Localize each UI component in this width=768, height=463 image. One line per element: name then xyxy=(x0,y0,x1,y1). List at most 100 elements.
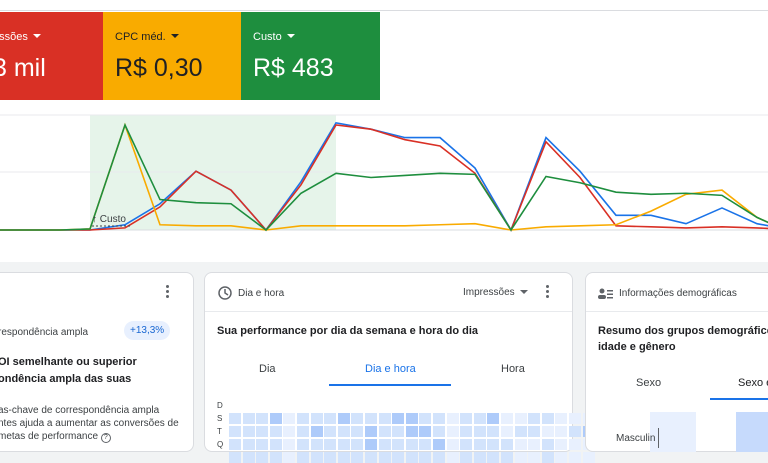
heatmap-cell[interactable] xyxy=(419,413,432,424)
heatmap-cell[interactable] xyxy=(541,426,554,437)
heatmap-cell[interactable] xyxy=(324,426,337,437)
heatmap-cell[interactable] xyxy=(283,413,296,424)
tab-sex[interactable]: Sexo xyxy=(636,377,661,389)
heatmap-cell[interactable] xyxy=(582,452,595,463)
heatmap-cell[interactable] xyxy=(460,426,473,437)
heatmap-cell[interactable] xyxy=(446,452,459,463)
heatmap-cell[interactable] xyxy=(392,452,405,463)
heatmap-cell[interactable] xyxy=(269,413,282,424)
heatmap-cell[interactable] xyxy=(514,413,527,424)
heatmap-cell[interactable] xyxy=(351,426,364,437)
tab-day-and-hour[interactable]: Dia e hora xyxy=(365,363,416,375)
heatmap-cell[interactable] xyxy=(433,426,445,437)
heatmap-cell[interactable] xyxy=(501,452,513,463)
heatmap-cell[interactable] xyxy=(460,413,473,424)
heatmap-cell[interactable] xyxy=(283,452,296,463)
heatmap-cell[interactable] xyxy=(433,452,445,463)
heatmap-cell[interactable] xyxy=(405,452,418,463)
heatmap-cell[interactable] xyxy=(297,413,309,424)
heatmap-cell[interactable] xyxy=(501,413,513,424)
heatmap-cell[interactable] xyxy=(378,452,391,463)
metric-dropdown[interactable]: Impressões xyxy=(463,287,528,298)
heatmap-cell[interactable] xyxy=(337,426,350,437)
heatmap-cell[interactable] xyxy=(514,426,527,437)
tab-hour[interactable]: Hora xyxy=(501,363,525,375)
card-header: Dia e hora xyxy=(238,288,285,299)
heatmap-cell[interactable] xyxy=(256,452,269,463)
heatmap-cell[interactable] xyxy=(514,452,527,463)
heatmap-cell[interactable] xyxy=(541,413,554,424)
heatmap-cell[interactable] xyxy=(365,452,377,463)
heatmap-cell[interactable] xyxy=(487,413,500,424)
heatmap-cell[interactable] xyxy=(433,413,445,424)
heatmap-cell[interactable] xyxy=(528,452,541,463)
heatmap-cell[interactable] xyxy=(392,413,405,424)
card-subtitle: respondência ampla xyxy=(0,327,89,338)
performance-line-chart: ↑ Custo xyxy=(0,114,768,232)
metric-tile-impressions[interactable]: essões 3 mil xyxy=(0,12,103,100)
more-options-icon[interactable] xyxy=(166,285,170,299)
heatmap-cell[interactable] xyxy=(310,452,323,463)
heatmap-cell[interactable] xyxy=(229,452,241,463)
heatmap-cell[interactable] xyxy=(256,413,269,424)
more-options-icon[interactable] xyxy=(546,285,550,299)
heatmap-cell[interactable] xyxy=(242,452,255,463)
heatmap-cell[interactable] xyxy=(569,426,581,437)
heatmap-cell[interactable] xyxy=(229,413,241,424)
heatmap-cell[interactable] xyxy=(460,452,473,463)
heatmap-cell[interactable] xyxy=(473,452,486,463)
heatmap-cell[interactable] xyxy=(351,413,364,424)
heatmap-cell[interactable] xyxy=(269,452,282,463)
heatmap-cell[interactable] xyxy=(297,452,309,463)
heatmap-cell[interactable] xyxy=(405,413,418,424)
divider xyxy=(0,10,768,11)
heatmap-cell[interactable] xyxy=(541,452,554,463)
heatmap-cell[interactable] xyxy=(378,426,391,437)
heatmap-cell[interactable] xyxy=(555,452,568,463)
heatmap-cell[interactable] xyxy=(256,426,269,437)
heatmap-cell[interactable] xyxy=(501,426,513,437)
help-icon[interactable]: ? xyxy=(100,433,111,443)
heatmap-cell[interactable] xyxy=(310,413,323,424)
heatmap-cell[interactable] xyxy=(297,426,309,437)
heatmap-cell[interactable] xyxy=(528,426,541,437)
heatmap-cell[interactable] xyxy=(446,426,459,437)
heatmap-cell[interactable] xyxy=(569,413,581,424)
tab-sex-and-age[interactable]: Sexo e xyxy=(738,377,768,389)
heatmap-cell[interactable] xyxy=(269,426,282,437)
heatmap-cell[interactable] xyxy=(378,413,391,424)
heatmap-cell[interactable] xyxy=(242,426,255,437)
heatmap-cell[interactable] xyxy=(596,452,609,463)
heatmap-cell[interactable] xyxy=(487,452,500,463)
heatmap-cell[interactable] xyxy=(446,413,459,424)
heatmap-cell[interactable] xyxy=(419,452,432,463)
heatmap-cell[interactable] xyxy=(555,413,568,424)
heatmap-cell[interactable] xyxy=(392,426,405,437)
metric-tile-cost[interactable]: Custo R$ 483 xyxy=(241,12,380,100)
heatmap-cell[interactable] xyxy=(555,426,568,437)
heatmap-cell[interactable] xyxy=(324,413,337,424)
heatmap-cell[interactable] xyxy=(365,426,377,437)
card-title-line1: Resumo dos grupos demográficos xyxy=(598,325,768,337)
heatmap-cell[interactable] xyxy=(351,452,364,463)
heatmap-cell[interactable] xyxy=(242,413,255,424)
heatmap-cell[interactable] xyxy=(365,413,377,424)
heatmap-cell[interactable] xyxy=(473,413,486,424)
heatmap-cell[interactable] xyxy=(337,452,350,463)
heatmap-cell[interactable] xyxy=(473,426,486,437)
metric-tile-avg-cpc[interactable]: CPC méd. R$ 0,30 xyxy=(103,12,241,100)
heatmap-cell[interactable] xyxy=(324,452,337,463)
heatmap-cell[interactable] xyxy=(419,426,432,437)
heatmap-cell[interactable] xyxy=(405,426,418,437)
heatmap-cell[interactable] xyxy=(283,426,296,437)
metric-value: R$ 483 xyxy=(253,54,334,82)
heatmap-cell[interactable] xyxy=(569,452,581,463)
heatmap-cell[interactable] xyxy=(310,426,323,437)
heatmap-cell[interactable] xyxy=(229,426,241,437)
schedule-icon xyxy=(218,286,232,300)
heatmap-cell[interactable] xyxy=(337,413,350,424)
metric-value: R$ 0,30 xyxy=(115,54,203,82)
heatmap-cell[interactable] xyxy=(487,426,500,437)
tab-day[interactable]: Dia xyxy=(259,363,276,375)
heatmap-cell[interactable] xyxy=(528,413,541,424)
